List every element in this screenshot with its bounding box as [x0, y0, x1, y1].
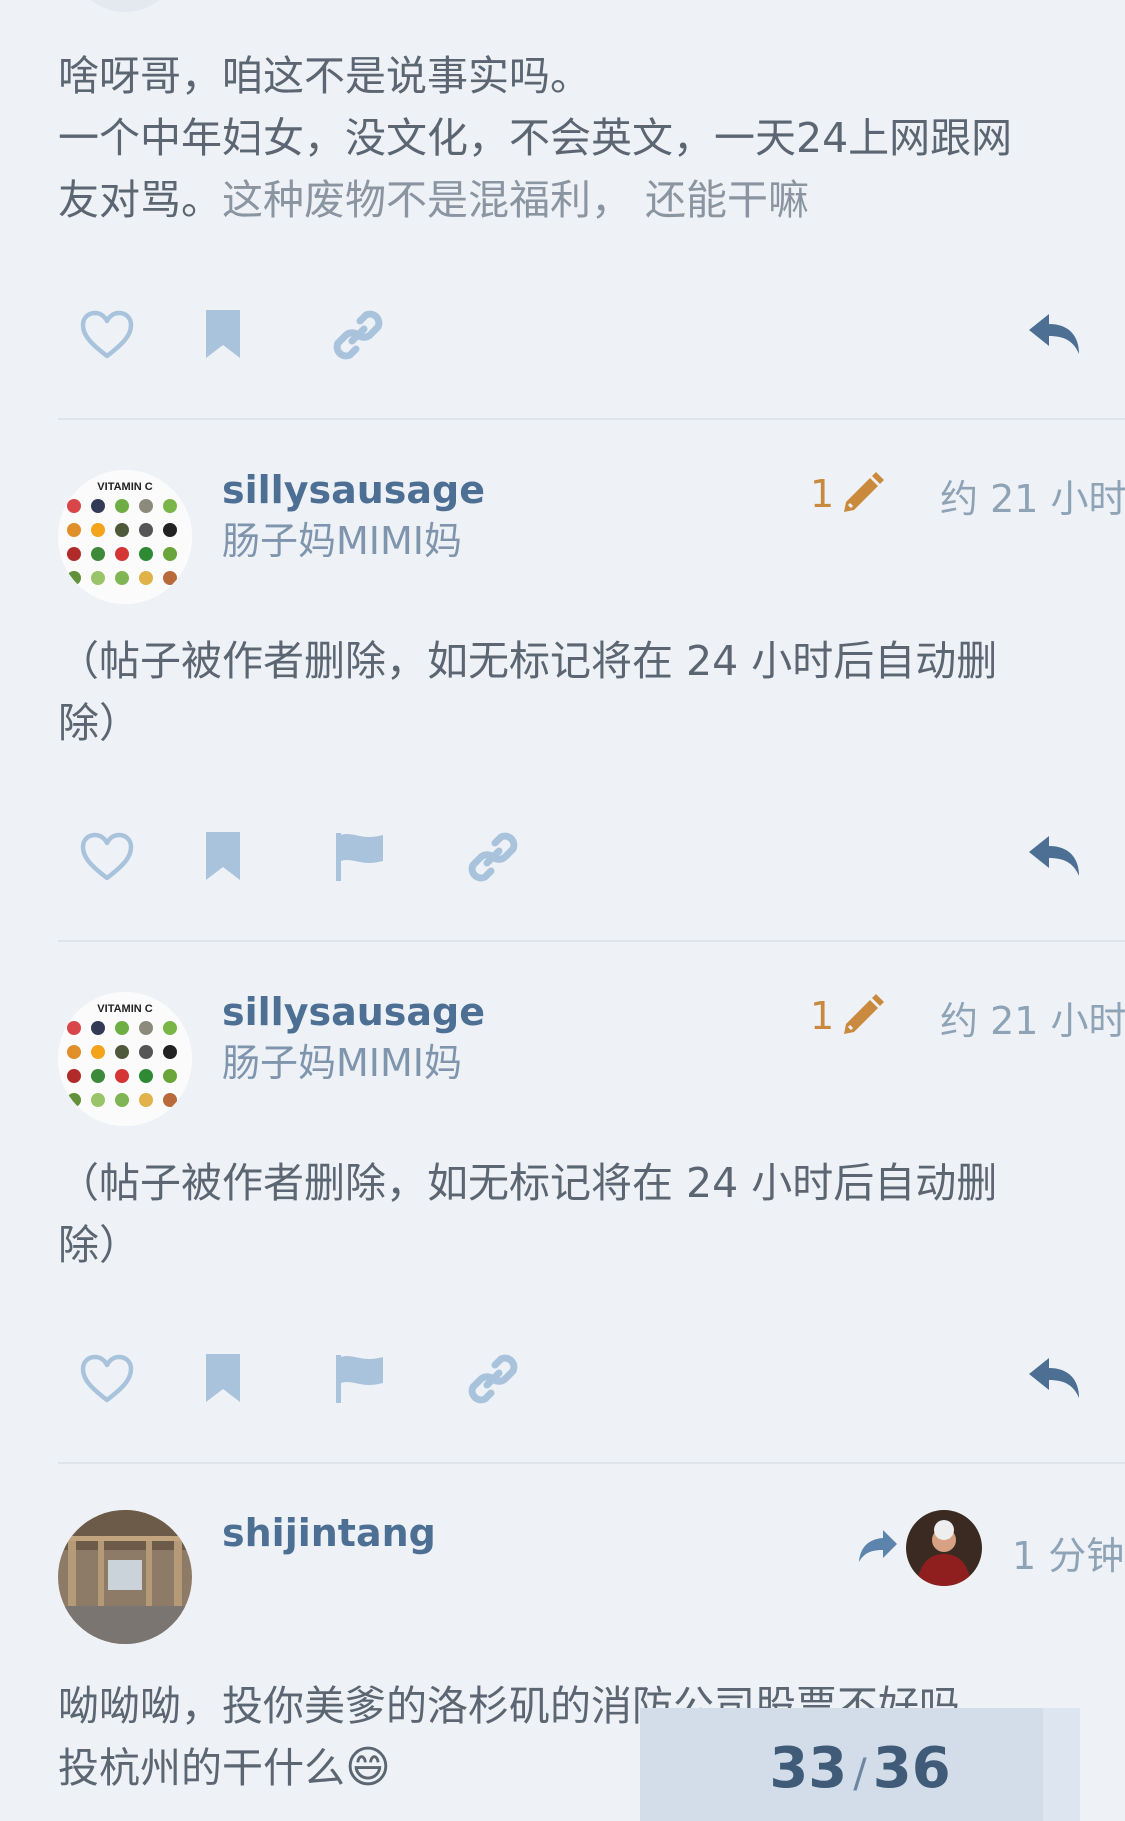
share-arrow-icon — [859, 1530, 897, 1562]
link-icon[interactable] — [330, 307, 386, 363]
flag-icon[interactable] — [333, 829, 387, 883]
avatar-caption: VITAMIN C — [97, 481, 152, 493]
reply-icon[interactable] — [1027, 310, 1083, 360]
avatar[interactable] — [58, 1510, 192, 1644]
username[interactable]: shijintang — [222, 1511, 436, 1555]
post-text-line: 除） — [58, 699, 140, 747]
post-text-segment: 投杭州的干什么 — [58, 1744, 345, 1792]
pencil-icon — [844, 472, 884, 512]
avatar-partial — [70, 0, 180, 12]
emoji: 😄 — [345, 1742, 391, 1793]
heart-icon[interactable] — [80, 1354, 134, 1404]
avatar-image: VITAMIN C — [58, 470, 192, 604]
progress-total: 36 — [872, 1736, 951, 1801]
user-fullname: 肠子妈MIMI妈 — [222, 1041, 462, 1085]
post-text-line: 除） — [58, 1221, 140, 1269]
post-text-line: 啥呀哥，咱这不是说事实吗。 — [58, 52, 591, 100]
progress-text: 33/36 — [640, 1736, 1080, 1801]
username[interactable]: sillysausage — [222, 990, 485, 1034]
topic-progress[interactable]: 33/36 — [640, 1708, 1080, 1821]
progress-separator: / — [853, 1751, 867, 1797]
post-text-line: 投杭州的干什么😄 — [58, 1737, 391, 1799]
post-divider — [58, 940, 1125, 942]
link-icon[interactable] — [465, 829, 521, 885]
avatar[interactable]: VITAMIN C — [58, 470, 192, 604]
post-time[interactable]: 约 21 小时 — [940, 468, 1125, 523]
bookmark-icon[interactable] — [203, 307, 243, 361]
bookmark-icon[interactable] — [203, 1351, 243, 1405]
link-icon[interactable] — [465, 1351, 521, 1407]
edit-count: 1 — [810, 472, 835, 516]
user-fullname: 肠子妈MIMI妈 — [222, 519, 462, 563]
heart-icon[interactable] — [80, 832, 134, 882]
reply-icon[interactable] — [1027, 832, 1083, 882]
reply-to-avatar[interactable] — [906, 1510, 982, 1586]
avatar-image — [906, 1510, 982, 1586]
avatar-caption: VITAMIN C — [97, 1003, 152, 1015]
avatar-image — [58, 1510, 192, 1644]
bookmark-icon[interactable] — [203, 829, 243, 883]
post-text-segment-faded: 这种废物不是混福利， 还能干嘛 — [222, 176, 810, 224]
post-divider — [58, 418, 1125, 420]
avatar[interactable]: VITAMIN C — [58, 992, 192, 1126]
post-text-line: （帖子被作者删除，如无标记将在 24 小时后自动删 — [58, 637, 998, 685]
flag-icon[interactable] — [333, 1351, 387, 1405]
post-text-line: 一个中年妇女，没文化，不会英文，一天24上网跟网 — [58, 114, 1013, 162]
pencil-icon — [844, 994, 884, 1034]
edit-count: 1 — [810, 994, 835, 1038]
post-text-segment: 友对骂。 — [58, 176, 222, 224]
post-time[interactable]: 约 21 小时 — [940, 990, 1125, 1045]
post-text-line: （帖子被作者删除，如无标记将在 24 小时后自动删 — [58, 1159, 998, 1207]
username[interactable]: sillysausage — [222, 468, 485, 512]
progress-current: 33 — [769, 1736, 848, 1801]
reply-icon[interactable] — [1027, 1354, 1083, 1404]
avatar-image: VITAMIN C — [58, 992, 192, 1126]
post-time[interactable]: 1 分钟 — [1012, 1525, 1124, 1580]
post-text-line: 友对骂。这种废物不是混福利， 还能干嘛 — [58, 169, 809, 231]
heart-icon[interactable] — [80, 310, 134, 360]
post-divider — [58, 1462, 1125, 1464]
